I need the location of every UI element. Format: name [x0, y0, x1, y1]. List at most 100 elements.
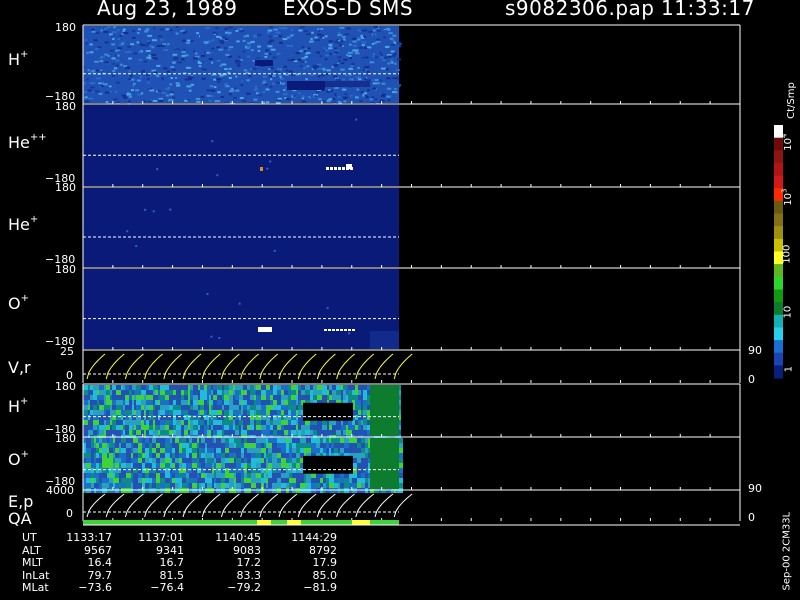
spectrogram-cell	[200, 54, 206, 57]
spectrogram-cell	[327, 430, 329, 435]
spectrogram-cell	[217, 430, 222, 435]
spectrogram-cell	[129, 400, 132, 405]
spectrogram-cell	[123, 415, 125, 420]
spectrogram-cell	[251, 443, 256, 448]
spectrogram-cell	[146, 390, 149, 395]
spectrogram-cell	[214, 463, 216, 468]
spectrogram-cell	[283, 65, 287, 68]
table-cell: −76.4	[150, 581, 184, 594]
spectrogram-cell	[192, 438, 197, 443]
spectrogram-cell	[83, 385, 88, 390]
spectrogram-cell	[237, 64, 241, 67]
spectrogram-cell	[192, 468, 197, 473]
spectrogram-cell	[207, 420, 209, 425]
spectrogram-cell	[125, 35, 129, 37]
spectrogram-cell	[326, 448, 329, 453]
spectrogram-cell	[225, 483, 229, 488]
spectrogram-cell	[310, 390, 313, 395]
spectrogram-cell	[266, 483, 268, 488]
spectrogram-cell	[170, 473, 172, 478]
spectrogram-cell	[225, 468, 229, 473]
spectrogram-cell	[267, 45, 273, 48]
spectrogram-cell	[329, 385, 332, 390]
spectrogram-cell	[182, 478, 186, 483]
spectrogram-cell	[331, 478, 334, 483]
spectrogram-cell	[210, 335, 213, 338]
spectrogram-cell	[207, 443, 212, 448]
spectrogram-cell	[332, 390, 336, 395]
trace-line	[259, 493, 279, 518]
spectrogram-cell	[214, 438, 216, 443]
spectrogram-cell	[358, 410, 361, 415]
spectrogram-cell	[147, 34, 153, 37]
spectrogram-cell	[342, 36, 346, 39]
spectrogram-cell	[91, 483, 94, 488]
spectrogram-cell	[192, 458, 197, 463]
spectrogram-cell	[91, 30, 96, 33]
spectrogram-cell	[327, 420, 329, 425]
spectrogram-cell	[225, 443, 229, 448]
spectrogram-cell	[224, 47, 227, 50]
spectrogram-cell	[123, 420, 125, 425]
spectrogram-cell	[288, 405, 291, 410]
spectrogram-cell	[293, 95, 296, 98]
spectrogram-cell	[97, 405, 99, 410]
spectrogram-cell	[184, 410, 188, 415]
spectrogram-cell	[149, 430, 153, 435]
spectrogram-cell	[365, 448, 368, 453]
spectrogram-cell	[176, 390, 181, 395]
spectrogram-cell	[205, 438, 207, 443]
spectrogram-cell	[193, 420, 198, 425]
spectrogram-cell	[86, 78, 89, 81]
spectrogram-cell	[360, 91, 364, 94]
spectrogram-cell	[284, 97, 287, 99]
spectrogram-cell	[209, 420, 211, 425]
spectrogram-cell	[169, 400, 173, 405]
spectrogram-cell	[157, 89, 161, 92]
spectrogram-cell	[204, 415, 207, 420]
spectrogram-cell	[334, 51, 339, 54]
spectrogram-cell	[216, 174, 219, 177]
spectrogram-cell	[201, 438, 205, 443]
trace-line	[220, 493, 240, 518]
spectrogram-cell	[217, 410, 222, 415]
spectrogram-cell	[323, 483, 326, 488]
spectrogram-cell	[281, 58, 284, 61]
spectrogram-cell	[298, 400, 301, 405]
spectrogram-cell	[102, 463, 107, 468]
spectrogram-cell	[89, 51, 94, 54]
spectrogram-cell	[110, 430, 112, 435]
spectrogram-cell	[211, 420, 213, 425]
spectrogram-cell	[256, 405, 261, 410]
spectrogram-cell	[194, 81, 198, 84]
spectrogram-cell	[106, 430, 110, 435]
spectrogram-cell	[99, 458, 102, 463]
spectrogram-cell	[123, 78, 127, 80]
spectrogram-cell	[234, 463, 236, 468]
spectrogram-cell	[99, 463, 102, 468]
spectrogram-cell	[157, 45, 161, 47]
spectrogram-cell	[97, 84, 101, 87]
spectrogram-cell	[256, 395, 261, 400]
spectrogram-cell	[270, 48, 276, 51]
spectrogram-cell	[356, 37, 361, 39]
spectrogram-cell	[328, 40, 333, 43]
spectrogram-cell	[355, 96, 359, 99]
spectrogram-cell	[281, 425, 284, 430]
spectrogram-cell	[312, 65, 317, 68]
spectrogram-cell	[128, 95, 132, 98]
right-tick: 90	[748, 482, 762, 495]
spectrogram-cell	[382, 79, 385, 82]
spectrogram-cell	[189, 448, 192, 453]
spectrogram-cell	[189, 478, 192, 483]
spectrogram-cell	[296, 443, 300, 448]
spectrogram-cell	[190, 430, 193, 435]
spectrogram-cell	[121, 420, 123, 425]
spectrogram-cell	[98, 87, 102, 90]
spectrogram-cell	[102, 478, 107, 483]
spectrogram-cell	[96, 458, 99, 463]
spectrogram-cell	[138, 458, 142, 463]
spectrogram-cell	[133, 463, 138, 468]
spectrogram-cell	[110, 415, 112, 420]
spectrogram-cell	[104, 400, 106, 405]
